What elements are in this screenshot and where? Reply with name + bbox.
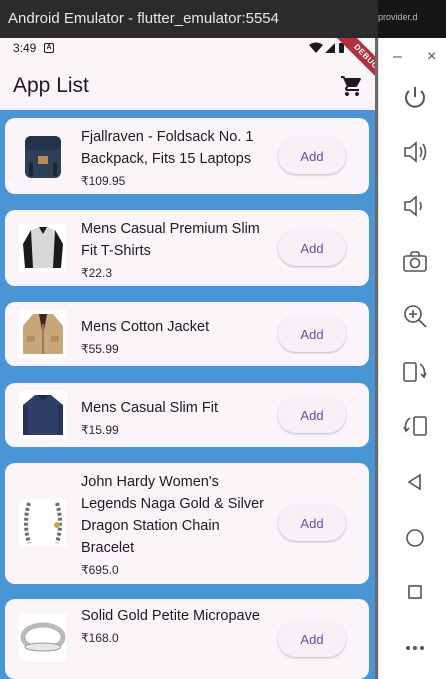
- volume-up-icon[interactable]: [401, 138, 429, 166]
- home-icon[interactable]: [401, 524, 429, 552]
- product-price: ₹168.0: [81, 631, 119, 645]
- add-button[interactable]: Add: [278, 621, 346, 657]
- bracelet-image: [19, 499, 67, 547]
- background-window-sliver: provider.d: [378, 12, 418, 22]
- close-button[interactable]: ×: [427, 48, 436, 66]
- product-card: Mens Cotton Jacket ₹55.99 Add: [5, 302, 369, 366]
- emulator-window-title: Android Emulator - flutter_emulator:5554: [8, 10, 279, 27]
- product-info: Mens Casual Premium Slim Fit T-Shirts ₹2…: [81, 218, 271, 282]
- camera-icon[interactable]: [401, 248, 429, 276]
- add-button[interactable]: Add: [278, 316, 346, 352]
- product-title: Mens Casual Slim Fit: [81, 400, 218, 416]
- shopping-cart-icon[interactable]: [340, 74, 364, 98]
- product-price: ₹109.95: [81, 174, 126, 188]
- product-info: Solid Gold Petite Micropave ₹168.0: [81, 605, 271, 647]
- emulator-toolbar: – ×: [378, 38, 446, 679]
- product-info: John Hardy Women's Legends Naga Gold & S…: [81, 471, 271, 579]
- app-bar: App List: [0, 58, 375, 110]
- rotate-right-icon[interactable]: [401, 412, 429, 440]
- product-info: Mens Casual Slim Fit ₹15.99: [81, 397, 271, 439]
- product-card: Fjallraven - Foldsack No. 1 Backpack, Fi…: [5, 118, 369, 194]
- notification-a-icon: A: [44, 43, 54, 53]
- product-title: Mens Cotton Jacket: [81, 319, 210, 335]
- product-card: Mens Casual Premium Slim Fit T-Shirts ₹2…: [5, 210, 369, 286]
- product-card: Solid Gold Petite Micropave ₹168.0 Add: [5, 599, 369, 679]
- add-button[interactable]: Add: [278, 505, 346, 541]
- add-button[interactable]: Add: [278, 230, 346, 266]
- back-icon[interactable]: [401, 468, 429, 496]
- emulator-title-bar-right: provider.d: [378, 0, 446, 38]
- product-info: Mens Cotton Jacket ₹55.99: [81, 316, 271, 358]
- product-title: Fjallraven - Foldsack No. 1 Backpack, Fi…: [81, 129, 254, 167]
- product-price: ₹55.99: [81, 342, 119, 356]
- tshirt-image: [19, 224, 67, 272]
- product-list[interactable]: Fjallraven - Foldsack No. 1 Backpack, Fi…: [0, 110, 375, 679]
- volume-down-icon[interactable]: [401, 192, 429, 220]
- overview-icon[interactable]: [401, 578, 429, 606]
- power-icon[interactable]: [401, 84, 429, 112]
- product-price: ₹15.99: [81, 423, 119, 437]
- wifi-signal-battery-icon: [309, 42, 344, 53]
- status-time: 3:49: [13, 41, 37, 55]
- zoom-in-icon[interactable]: [401, 302, 429, 330]
- product-price: ₹22.3: [81, 266, 112, 280]
- add-button[interactable]: Add: [278, 138, 346, 174]
- product-card: John Hardy Women's Legends Naga Gold & S…: [5, 463, 369, 584]
- product-title: Mens Casual Premium Slim Fit T-Shirts: [81, 221, 260, 259]
- emulator-title-bar: Android Emulator - flutter_emulator:5554: [0, 0, 378, 38]
- product-title: Solid Gold Petite Micropave: [81, 608, 260, 624]
- product-title: John Hardy Women's Legends Naga Gold & S…: [81, 474, 264, 556]
- status-icons: [309, 42, 345, 57]
- product-price: ₹695.0: [81, 563, 119, 577]
- more-icon[interactable]: [401, 634, 429, 662]
- phone-screen: 3:49 A App List DEBUG Fjallraven - Folds…: [0, 38, 375, 679]
- add-button[interactable]: Add: [278, 397, 346, 433]
- backpack-image: [19, 132, 67, 180]
- product-info: Fjallraven - Foldsack No. 1 Backpack, Fi…: [81, 126, 271, 190]
- minimize-button[interactable]: –: [393, 48, 402, 66]
- product-card: Mens Casual Slim Fit ₹15.99 Add: [5, 383, 369, 447]
- ring-image: [19, 613, 67, 661]
- jacket-image: [19, 310, 67, 358]
- status-bar: 3:49 A: [0, 38, 375, 58]
- page-title: App List: [13, 74, 89, 97]
- sweater-image: [19, 391, 67, 439]
- rotate-left-icon[interactable]: [401, 358, 429, 386]
